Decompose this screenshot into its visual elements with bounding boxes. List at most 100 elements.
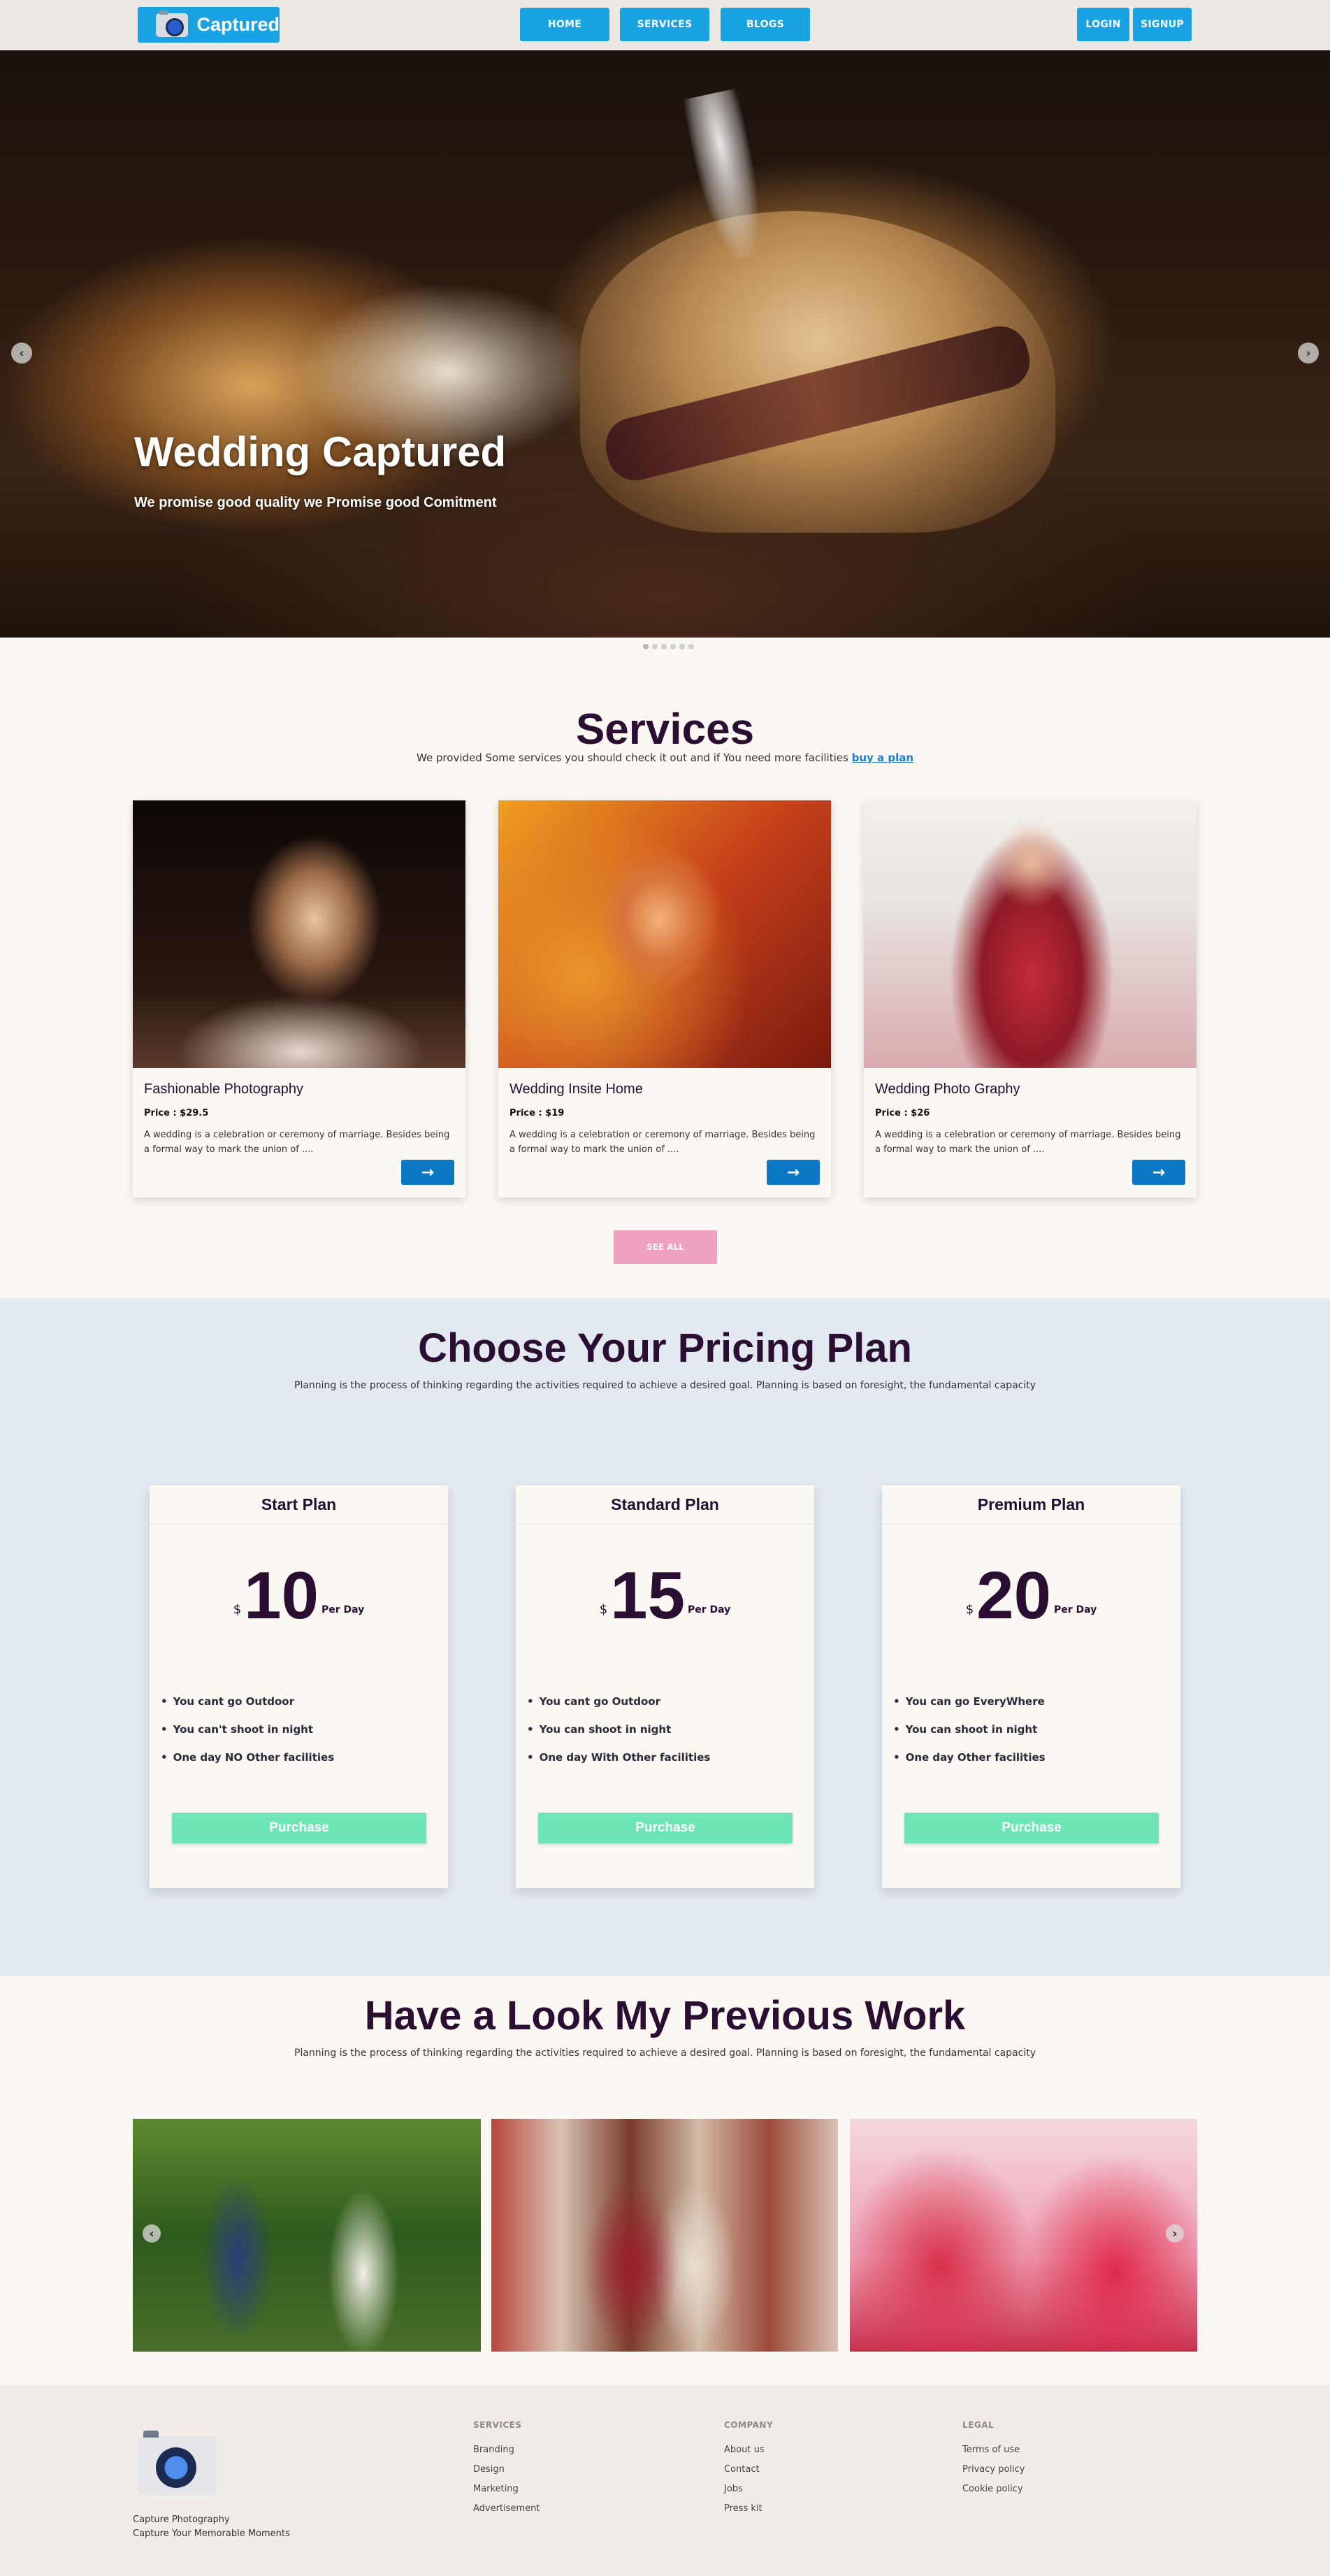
plan-feature: You can shoot in night <box>527 1723 672 1736</box>
service-price: Price : $29.5 <box>144 1108 209 1118</box>
carousel-dot[interactable] <box>652 644 658 649</box>
plan-name: Start Plan <box>150 1485 448 1525</box>
purchase-button[interactable]: Purchase <box>538 1813 793 1843</box>
services-title: Services <box>575 705 755 754</box>
nav-services-link[interactable]: SERVICES <box>620 8 709 41</box>
footer-heading-legal: LEGAL <box>962 2420 995 2430</box>
portfolio-subtitle: Planning is the process of thinking rega… <box>294 2048 1036 2059</box>
chevron-left-icon[interactable]: ‹ <box>143 2224 161 2243</box>
price-period: Per Day <box>321 1604 365 1616</box>
plan-price: $ 15 Per Day <box>516 1562 814 1629</box>
carousel-dot[interactable] <box>688 644 694 649</box>
price-amount: 10 <box>244 1558 319 1633</box>
plan-feature: One day Other facilities <box>893 1751 1046 1764</box>
arrow-right-icon: → <box>786 1163 800 1181</box>
price-amount: 20 <box>976 1558 1051 1633</box>
service-price: Price : $26 <box>875 1108 930 1118</box>
plan-card: Start Plan $ 10 Per Day You cant go Outd… <box>150 1485 448 1888</box>
brand-name: Captured <box>196 14 280 35</box>
footer-link[interactable]: Cookie policy <box>962 2484 1023 2494</box>
hero-title: Wedding Captured <box>134 429 507 475</box>
chevron-left-icon[interactable]: ‹ <box>11 343 32 364</box>
footer-heading-company: COMPANY <box>724 2420 774 2430</box>
nav-blogs-link[interactable]: BLOGS <box>721 8 810 41</box>
carousel-dot[interactable] <box>643 644 649 649</box>
service-description: A wedding is a celebration or ceremony o… <box>875 1130 1181 1155</box>
service-image <box>864 800 1197 1068</box>
portfolio-image <box>491 2119 838 2352</box>
carousel-dot[interactable] <box>670 644 676 649</box>
pricing-title: Choose Your Pricing Plan <box>418 1325 912 1371</box>
plan-feature: You can't shoot in night <box>161 1723 313 1736</box>
chevron-right-icon[interactable]: › <box>1298 343 1319 364</box>
portfolio-image <box>133 2119 481 2352</box>
footer-heading-services: SERVICES <box>473 2420 522 2430</box>
signup-button[interactable]: SIGNUP <box>1133 8 1192 41</box>
arrow-right-button[interactable]: → <box>401 1160 454 1185</box>
currency-symbol: $ <box>599 1602 608 1617</box>
currency-symbol: $ <box>965 1602 974 1617</box>
carousel-dot[interactable] <box>661 644 667 649</box>
carousel-dot[interactable] <box>679 644 685 649</box>
price-amount: 15 <box>610 1558 685 1633</box>
brand-logo[interactable]: Captured <box>138 7 280 43</box>
footer-link[interactable]: Advertisement <box>473 2503 540 2514</box>
currency-symbol: $ <box>233 1602 242 1617</box>
service-description: A wedding is a celebration or ceremony o… <box>509 1130 816 1155</box>
carousel-indicators <box>643 644 694 649</box>
footer-link[interactable]: Terms of use <box>962 2445 1020 2455</box>
footer-link[interactable]: Jobs <box>724 2484 743 2494</box>
nav-home-link[interactable]: HOME <box>520 8 609 41</box>
login-button[interactable]: LOGIN <box>1077 8 1129 41</box>
footer-tagline: Capture Photography <box>133 2514 230 2525</box>
plan-price: $ 20 Per Day <box>882 1562 1180 1629</box>
footer-link[interactable]: Branding <box>473 2445 514 2455</box>
footer-link[interactable]: Design <box>473 2464 505 2475</box>
plan-name: Premium Plan <box>882 1485 1180 1525</box>
service-name: Fashionable Photography <box>144 1081 303 1097</box>
price-period: Per Day <box>1053 1604 1097 1616</box>
service-image <box>498 800 831 1068</box>
arrow-right-icon: → <box>421 1163 435 1181</box>
buy-plan-link[interactable]: buy a plan <box>852 751 913 764</box>
hero-carousel: Wedding Captured We promise good quality… <box>0 50 1330 638</box>
arrow-right-button[interactable]: → <box>1132 1160 1185 1185</box>
footer-link[interactable]: About us <box>724 2445 765 2455</box>
service-name: Wedding Insite Home <box>509 1081 643 1097</box>
price-period: Per Day <box>687 1604 731 1616</box>
service-price: Price : $19 <box>509 1108 565 1118</box>
plan-feature: One day With Other facilities <box>527 1751 711 1764</box>
plan-price: $ 10 Per Day <box>150 1562 448 1629</box>
service-card: Wedding Photo Graphy Price : $26 A weddi… <box>864 800 1197 1197</box>
footer-tagline: Capture Your Memorable Moments <box>133 2528 290 2539</box>
services-subtitle: We provided Some services you should che… <box>416 751 914 764</box>
service-name: Wedding Photo Graphy <box>875 1081 1020 1097</box>
navbar: Captured HOME SERVICES BLOGS LOGIN SIGNU… <box>0 0 1330 50</box>
service-image <box>133 800 465 1068</box>
plan-feature: You can go EveryWhere <box>893 1695 1045 1708</box>
camera-icon <box>156 10 189 37</box>
chevron-right-icon[interactable]: › <box>1166 2224 1184 2243</box>
arrow-right-icon: → <box>1152 1163 1166 1181</box>
see-all-button[interactable]: SEE ALL <box>614 1230 717 1264</box>
plan-card: Premium Plan $ 20 Per Day You can go Eve… <box>882 1485 1180 1888</box>
footer-link[interactable]: Press kit <box>724 2503 762 2514</box>
plan-feature: You cant go Outdoor <box>527 1695 660 1708</box>
plan-card: Standard Plan $ 15 Per Day You cant go O… <box>516 1485 814 1888</box>
pricing-subtitle: Planning is the process of thinking rega… <box>294 1380 1036 1391</box>
plan-name: Standard Plan <box>516 1485 814 1525</box>
hero-subtitle: We promise good quality we Promise good … <box>134 495 497 510</box>
service-card: Wedding Insite Home Price : $19 A weddin… <box>498 800 831 1197</box>
camera-icon <box>138 2425 217 2495</box>
arrow-right-button[interactable]: → <box>767 1160 820 1185</box>
footer-link[interactable]: Contact <box>724 2464 760 2475</box>
purchase-button[interactable]: Purchase <box>172 1813 426 1843</box>
portfolio-image <box>850 2119 1197 2352</box>
service-card: Fashionable Photography Price : $29.5 A … <box>133 800 465 1197</box>
plan-feature: You cant go Outdoor <box>161 1695 294 1708</box>
footer-link[interactable]: Marketing <box>473 2484 519 2494</box>
purchase-button[interactable]: Purchase <box>904 1813 1159 1843</box>
footer-link[interactable]: Privacy policy <box>962 2464 1025 2475</box>
plan-feature: One day NO Other facilities <box>161 1751 335 1764</box>
service-description: A wedding is a celebration or ceremony o… <box>144 1130 450 1155</box>
